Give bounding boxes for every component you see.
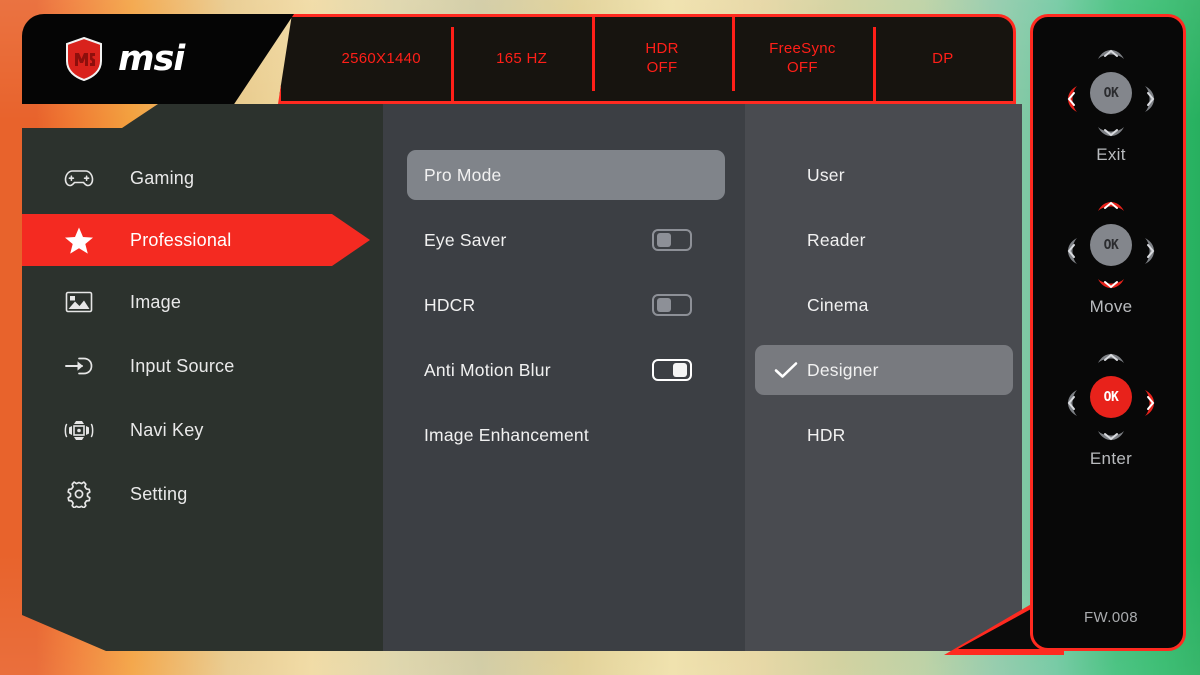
sidebar-item-label: Setting (130, 483, 188, 504)
chevron-up-icon[interactable] (1096, 196, 1126, 213)
chevron-down-icon[interactable] (1096, 277, 1126, 294)
gear-icon (62, 477, 96, 511)
brand-logo-panel: msi (22, 14, 294, 104)
value-label: HDR (807, 424, 846, 445)
status-hdr-value: OFF (646, 59, 678, 76)
navi-key-icon (62, 413, 96, 447)
status-input-port-value: DP (932, 49, 954, 67)
dpad-exit[interactable]: OK (1063, 45, 1159, 141)
sidebar-item-label: Input Source (130, 355, 235, 376)
value-row-cinema[interactable]: Cinema (745, 280, 1022, 330)
value-row-hdr[interactable]: HDR (745, 410, 1022, 460)
status-refresh-rate-value: 165 HZ (496, 49, 548, 67)
chevron-up-icon[interactable] (1096, 348, 1126, 365)
option-label: Anti Motion Blur (424, 359, 551, 380)
brand-wordmark: msi (118, 38, 185, 79)
option-row-anti-motion-blur[interactable]: Anti Motion Blur (383, 345, 745, 395)
navkey-caption-move: Move (1089, 297, 1133, 316)
values-column: User Reader Cinema Designer HDR (745, 104, 1022, 651)
gamepad-icon (62, 161, 96, 195)
osd-body: Gaming Professional Image Input Source N… (22, 104, 1022, 651)
value-label: User (807, 164, 845, 185)
sidebar-item-navi-key[interactable]: Navi Key (22, 404, 383, 456)
status-hdr: HDR OFF (591, 17, 732, 91)
osd-overlay: msi 2560X1440 165 HZ HDR OFF FreeSync OF… (0, 0, 1200, 675)
status-freesync-value: OFF (786, 59, 818, 76)
navkey-caption-enter: Enter (1089, 449, 1133, 468)
sidebar-item-gaming[interactable]: Gaming (22, 152, 383, 204)
check-placeholder (773, 422, 799, 448)
status-info-bar: 2560X1440 165 HZ HDR OFF FreeSync OFF DP (278, 14, 1016, 104)
chevron-down-icon[interactable] (1096, 429, 1126, 446)
value-row-user[interactable]: User (745, 150, 1022, 200)
value-row-designer[interactable]: Designer (745, 345, 1022, 395)
navkey-caption-exit: Exit (1096, 145, 1126, 164)
anti-motion-blur-toggle[interactable] (652, 359, 692, 381)
dpad-move[interactable]: OK (1063, 197, 1159, 293)
value-label: Cinema (807, 294, 869, 315)
sidebar-item-label: Image (130, 291, 182, 312)
chevron-up-icon[interactable] (1096, 44, 1126, 61)
status-input-port: DP (872, 26, 1013, 100)
ok-button[interactable]: OK (1090, 376, 1132, 418)
ok-button[interactable]: OK (1090, 72, 1132, 114)
sidebar-item-professional[interactable]: Professional (22, 214, 383, 266)
picture-icon (62, 285, 96, 319)
option-label: Eye Saver (424, 229, 507, 250)
firmware-version: FW.008 (1083, 609, 1139, 626)
option-row-eye-saver[interactable]: Eye Saver (383, 215, 745, 265)
status-refresh-rate: 165 HZ (451, 26, 591, 100)
chevron-down-icon[interactable] (1096, 125, 1126, 142)
status-resolution: 2560X1440 (311, 50, 451, 69)
sidebar-item-setting[interactable]: Setting (22, 468, 383, 520)
hdcr-toggle[interactable] (652, 294, 692, 316)
option-row-image-enhancement[interactable]: Image Enhancement (383, 410, 745, 460)
status-hdr-label: HDR (645, 40, 679, 58)
check-placeholder (773, 292, 799, 318)
chevron-right-icon[interactable] (1143, 236, 1160, 266)
value-label: Designer (807, 359, 879, 380)
sidebar-item-label: Professional (130, 229, 232, 250)
option-label: Image Enhancement (424, 424, 589, 445)
option-row-pro-mode[interactable]: Pro Mode (383, 150, 745, 200)
option-row-hdcr[interactable]: HDCR (383, 280, 745, 330)
status-freesync-label: FreeSync (769, 40, 836, 58)
check-placeholder (773, 227, 799, 253)
chevron-left-icon[interactable] (1062, 236, 1079, 266)
value-label: Reader (807, 229, 866, 250)
dpad-enter[interactable]: OK (1063, 349, 1159, 445)
msi-dragon-shield-logo (66, 37, 102, 81)
navkey-group-exit: OK Exit (1033, 45, 1183, 165)
chevron-left-icon[interactable] (1062, 84, 1079, 114)
ok-button[interactable]: OK (1090, 224, 1132, 266)
status-resolution-value: 2560X1440 (341, 49, 421, 67)
value-row-reader[interactable]: Reader (745, 215, 1022, 265)
option-label: Pro Mode (424, 164, 502, 185)
navkey-group-move: OK Move (1033, 197, 1183, 317)
star-icon (62, 223, 96, 257)
sidebar-item-image[interactable]: Image (22, 276, 383, 328)
checkmark-icon (773, 357, 799, 383)
options-column: Pro Mode Eye Saver HDCR Anti Motion Blur… (383, 104, 745, 651)
sidebar-item-input-source[interactable]: Input Source (22, 340, 383, 392)
check-placeholder (773, 162, 799, 188)
navkey-group-enter: OK Enter (1033, 349, 1183, 469)
navi-key-panel: OK Exit OK Move OK Enter FW.008 (1030, 14, 1186, 651)
eye-saver-toggle[interactable] (652, 229, 692, 251)
chevron-right-icon[interactable] (1143, 388, 1160, 418)
chevron-right-icon[interactable] (1143, 84, 1160, 114)
input-arrow-icon (62, 349, 96, 383)
sidebar-item-label: Navi Key (130, 419, 204, 440)
chevron-left-icon[interactable] (1062, 388, 1079, 418)
option-label: HDCR (424, 294, 476, 315)
sidebar: Gaming Professional Image Input Source N… (22, 104, 383, 651)
sidebar-item-label: Gaming (130, 167, 195, 188)
status-freesync: FreeSync OFF (732, 17, 872, 91)
